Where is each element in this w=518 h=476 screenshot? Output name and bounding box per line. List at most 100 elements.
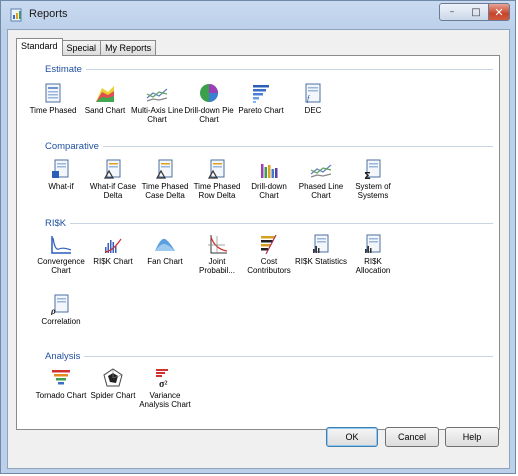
section-divider xyxy=(84,355,493,357)
report-cost-contributors[interactable]: Cost Contributors xyxy=(243,233,295,275)
dec-doc-icon: f xyxy=(305,83,321,103)
item-label: Convergence Chart xyxy=(37,257,85,275)
item-label: Drill-down Pie Chart xyxy=(184,106,234,124)
item-label: RI$K Allocation xyxy=(355,257,391,275)
report-tornado-chart[interactable]: Tornado Chart xyxy=(35,367,87,400)
item-label: RI$K Statistics xyxy=(295,257,348,266)
item-label: Time Phased xyxy=(29,106,77,115)
report-what-if[interactable]: What-if xyxy=(35,158,87,191)
item-label: Phased Line Chart xyxy=(298,182,344,200)
section-divider xyxy=(102,145,493,147)
sand-chart-icon xyxy=(96,86,114,102)
report-phased-line-chart[interactable]: Phased Line Chart xyxy=(295,158,347,200)
bar-chart-icon xyxy=(261,164,278,178)
item-label: Fan Chart xyxy=(147,257,183,266)
stats-doc-icon xyxy=(365,234,381,253)
svg-text:Σ: Σ xyxy=(364,171,371,180)
report-risk-statistics[interactable]: RI$K Statistics xyxy=(295,233,347,266)
tab-my-reports[interactable]: My Reports xyxy=(100,40,157,55)
estimate-section-header: Estimate xyxy=(45,63,493,75)
multi-line-chart-icon xyxy=(146,88,168,102)
item-label: Drill-down Chart xyxy=(251,182,287,200)
tab-special[interactable]: Special xyxy=(61,40,102,55)
pareto-chart-icon xyxy=(253,85,269,103)
spider-chart-icon xyxy=(103,368,123,387)
report-joint-probability[interactable]: Joint Probabil... xyxy=(191,233,243,275)
report-correlation[interactable]: ρ Correlation xyxy=(35,293,87,326)
comparative-section-header: Comparative xyxy=(45,140,493,152)
report-sand-chart[interactable]: Sand Chart xyxy=(79,82,131,115)
report-drill-down-pie-chart[interactable]: Drill-down Pie Chart xyxy=(183,82,235,124)
report-time-phased-row-delta[interactable]: Time Phased Row Delta xyxy=(191,158,243,200)
report-doc-icon xyxy=(45,83,61,103)
standard-tab-panel: Estimate Time Phased Sand Chart Multi-Ax… xyxy=(16,55,500,430)
item-label: System of Systems xyxy=(355,182,391,200)
item-label: What-if xyxy=(48,182,74,191)
report-time-phased-case-delta[interactable]: Time Phased Case Delta xyxy=(139,158,191,200)
item-label: Pareto Chart xyxy=(238,106,284,115)
report-spider-chart[interactable]: Spider Chart xyxy=(87,367,139,400)
risk-section-header: RI$K xyxy=(45,217,493,229)
title-bar: Reports – □ ✕ xyxy=(1,1,517,29)
delta-doc-icon xyxy=(207,159,225,179)
item-label: DEC xyxy=(304,106,322,115)
pie-chart-icon xyxy=(200,84,218,102)
minimize-button[interactable]: – xyxy=(439,3,465,21)
delta-doc-icon xyxy=(155,159,173,179)
convergence-chart-icon xyxy=(51,236,72,254)
item-label: Multi-Axis Line Chart xyxy=(131,106,184,124)
variance-chart-icon: σ² xyxy=(156,369,168,389)
report-doc-icon xyxy=(52,159,69,178)
item-label: Cost Contributors xyxy=(247,257,291,275)
item-label: Correlation xyxy=(41,317,81,326)
analysis-section-title: Analysis xyxy=(45,350,81,362)
stats-doc-icon xyxy=(313,234,329,253)
section-divider xyxy=(85,68,493,70)
estimate-section-title: Estimate xyxy=(45,63,82,75)
minimize-icon: – xyxy=(449,7,455,17)
risk-section-title: RI$K xyxy=(45,217,67,229)
delta-doc-icon xyxy=(103,159,121,179)
report-time-phased[interactable]: Time Phased xyxy=(27,82,79,115)
window-title: Reports xyxy=(29,8,68,20)
multi-line-chart-icon xyxy=(310,164,332,178)
item-label: Time Phased Case Delta xyxy=(141,182,189,200)
item-label: Tornado Chart xyxy=(35,391,87,400)
svg-text:ρ: ρ xyxy=(50,306,56,315)
tab-standard[interactable]: Standard xyxy=(16,38,63,56)
help-button[interactable]: Help xyxy=(445,427,499,447)
report-risk-chart[interactable]: RI$K Chart xyxy=(87,233,139,266)
fan-chart-icon xyxy=(155,238,175,251)
report-drill-down-chart[interactable]: Drill-down Chart xyxy=(243,158,295,200)
report-what-if-case-delta[interactable]: What-if Case Delta xyxy=(87,158,139,200)
reports-window: Reports – □ ✕ Standard Special My Report… xyxy=(0,0,516,474)
report-multi-axis-line-chart[interactable]: Multi-Axis Line Chart xyxy=(131,82,183,124)
report-dec[interactable]: f DEC xyxy=(287,82,339,115)
reports-app-icon xyxy=(10,8,22,22)
correlation-doc-icon: ρ xyxy=(50,294,69,315)
item-label: Variance Analysis Chart xyxy=(139,391,191,409)
maximize-icon: □ xyxy=(471,6,481,18)
dialog-client: Standard Special My Reports Estimate Tim… xyxy=(7,29,510,469)
report-pareto-chart[interactable]: Pareto Chart xyxy=(235,82,287,115)
report-fan-chart[interactable]: Fan Chart xyxy=(139,233,191,266)
ok-button[interactable]: OK xyxy=(326,427,378,447)
report-system-of-systems[interactable]: Σ System of Systems xyxy=(347,158,399,200)
joint-probability-icon xyxy=(208,235,228,254)
tornado-chart-icon xyxy=(52,370,70,385)
item-label: Joint Probabil... xyxy=(198,257,236,275)
item-label: Spider Chart xyxy=(90,391,136,400)
svg-text:σ²: σ² xyxy=(159,379,167,389)
analysis-section-header: Analysis xyxy=(45,350,493,362)
tab-strip: Standard Special My Reports xyxy=(16,38,157,56)
report-risk-allocation[interactable]: RI$K Allocation xyxy=(347,233,399,275)
comparative-section-title: Comparative xyxy=(45,140,99,152)
close-button[interactable]: ✕ xyxy=(488,3,510,21)
item-label: Time Phased Row Delta xyxy=(193,182,241,200)
maximize-button[interactable]: □ xyxy=(464,3,489,21)
cancel-button[interactable]: Cancel xyxy=(385,427,439,447)
close-icon: ✕ xyxy=(494,5,504,19)
report-variance-analysis-chart[interactable]: σ² Variance Analysis Chart xyxy=(139,367,191,409)
item-label: RI$K Chart xyxy=(93,257,133,266)
report-convergence-chart[interactable]: Convergence Chart xyxy=(35,233,87,275)
